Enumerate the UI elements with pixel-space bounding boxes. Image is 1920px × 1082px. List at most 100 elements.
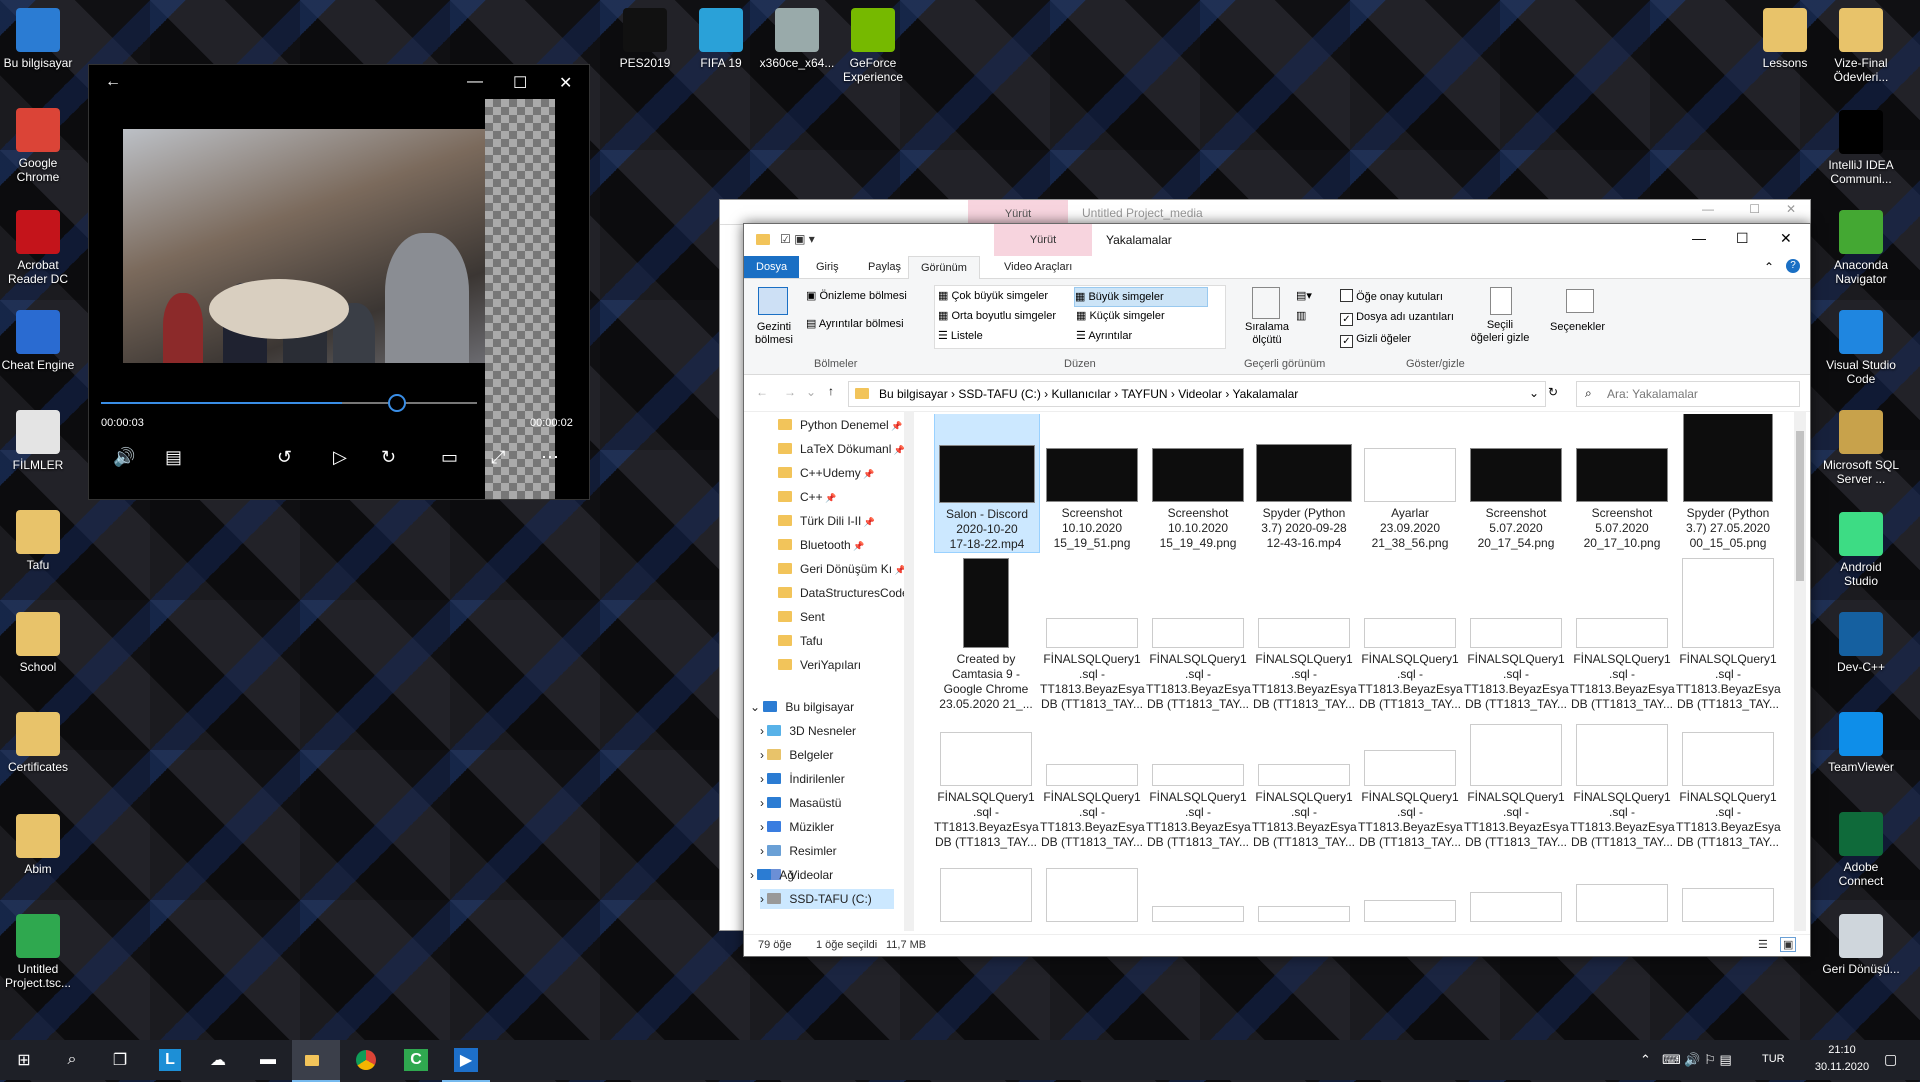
nav-item[interactable]: Tafu: [778, 631, 823, 651]
breadcrumb-item[interactable]: Videolar: [1178, 387, 1222, 401]
tray-icons[interactable]: ⌨ 🔊 ⚐ ▤: [1662, 1052, 1732, 1068]
desktop-shortcut[interactable]: Visual Studio Code: [1822, 310, 1900, 386]
file-item[interactable]: [1252, 828, 1356, 926]
files-scrollbar[interactable]: [1794, 411, 1806, 931]
file-item[interactable]: [1570, 828, 1674, 926]
clock-date[interactable]: 30.11.2020: [1812, 1061, 1872, 1073]
terminal-icon[interactable]: ▬: [244, 1040, 292, 1080]
breadcrumb-item[interactable]: Bu bilgisayar: [879, 387, 948, 401]
address-bar[interactable]: Bu bilgisayar › SSD-TAFU (C:) › Kullanıc…: [848, 381, 1546, 407]
nav-item[interactable]: Sent: [778, 607, 825, 627]
desktop-shortcut[interactable]: Dev-C++: [1822, 612, 1900, 674]
item-checkboxes-toggle[interactable]: Öğe onay kutuları: [1340, 289, 1443, 303]
pin-icon[interactable]: 📌: [889, 421, 902, 431]
hidden-items-toggle[interactable]: ✓ Gizli öğeler: [1340, 333, 1411, 348]
back-arrow-icon[interactable]: ←: [756, 385, 768, 399]
pin-icon[interactable]: 📌: [823, 493, 836, 503]
app-l-icon[interactable]: L: [146, 1040, 194, 1080]
nav-item[interactable]: › Masaüstü: [760, 793, 841, 813]
desktop-shortcut[interactable]: Lessons: [1746, 8, 1824, 70]
nav-item[interactable]: › Ağ: [750, 865, 794, 885]
up-arrow-icon[interactable]: ↑: [828, 384, 834, 398]
desktop-shortcut[interactable]: FIFA 19: [682, 8, 760, 70]
file-item[interactable]: Spyder (Python 3.7) 27.05.2020 00_15_05.pn…: [1676, 414, 1780, 551]
breadcrumb[interactable]: Bu bilgisayar › SSD-TAFU (C:) › Kullanıc…: [879, 387, 1298, 401]
pin-icon[interactable]: 📌: [851, 541, 864, 551]
tool-tab-play[interactable]: Yürüt: [994, 224, 1092, 256]
file-item[interactable]: FİNALSQLQuery1 .sql - TT1813.BeyazEsya DB (…: [1464, 692, 1569, 850]
close-button[interactable]: ✕: [559, 73, 572, 93]
more-options-icon[interactable]: ⋯: [541, 447, 559, 468]
volume-icon[interactable]: 🔊: [113, 447, 135, 468]
task-view-icon[interactable]: ❐: [96, 1040, 144, 1080]
file-item[interactable]: [1040, 828, 1144, 926]
nav-item[interactable]: › Resimler: [760, 841, 837, 861]
pin-icon[interactable]: 📌: [861, 469, 874, 479]
desktop-shortcut[interactable]: IntelliJ IDEA Communi...: [1822, 110, 1900, 186]
file-extensions-toggle[interactable]: ✓ Dosya adı uzantıları: [1340, 311, 1454, 326]
close-button[interactable]: ✕: [1786, 202, 1796, 216]
minimize-button[interactable]: —: [1702, 202, 1714, 216]
desktop-shortcut[interactable]: PES2019: [606, 8, 684, 70]
breadcrumb-item[interactable]: Kullanıcılar: [1051, 387, 1110, 401]
desktop-shortcut[interactable]: GeForce Experience: [834, 8, 912, 84]
desktop-shortcut[interactable]: Adobe Connect: [1822, 812, 1900, 888]
minimize-button[interactable]: —: [467, 73, 483, 91]
search-box[interactable]: ⌕ Ara: Yakalamalar: [1576, 381, 1800, 407]
fullscreen-icon[interactable]: ⤢: [491, 447, 505, 468]
file-item[interactable]: Created by Camtasia 9 - Google Chrome 23.05…: [934, 554, 1038, 712]
hide-selected-button[interactable]: Seçili öğeleri gizle: [1470, 319, 1530, 345]
skip-forward-30-icon[interactable]: ↻: [381, 447, 396, 468]
add-columns-icon[interactable]: ▥: [1296, 309, 1306, 322]
file-item[interactable]: [1464, 828, 1568, 926]
desktop-shortcut[interactable]: Vize-Final Ödevleri...: [1822, 8, 1900, 84]
skip-back-10-icon[interactable]: ↺: [277, 447, 292, 468]
group-by-icon[interactable]: ▤▾: [1296, 289, 1312, 302]
tab-share[interactable]: Paylaş: [856, 256, 913, 278]
options-button[interactable]: Seçenekler: [1550, 321, 1605, 333]
expand-chevron-icon[interactable]: ›: [750, 868, 757, 882]
file-item[interactable]: FİNALSQLQuery1 .sql - TT1813.BeyazEsya DB (…: [1358, 554, 1463, 712]
checkbox[interactable]: [1340, 289, 1353, 302]
back-arrow-icon[interactable]: ←: [105, 73, 121, 91]
expand-chevron-icon[interactable]: ›: [760, 724, 767, 738]
nav-item[interactable]: Bluetooth 📌: [778, 535, 864, 555]
tab-file[interactable]: Dosya: [744, 256, 800, 278]
pin-icon[interactable]: 📌: [861, 517, 875, 527]
file-item[interactable]: FİNALSQLQuery1 .sql - TT1813.BeyazEsya DB (…: [1146, 554, 1251, 712]
layout-medium[interactable]: ▦ Orta boyutlu simgeler: [938, 309, 1056, 322]
quick-access-toolbar-icon[interactable]: ☑ ▣ ▾: [780, 232, 815, 246]
language-indicator[interactable]: TUR: [1762, 1053, 1785, 1065]
nav-item[interactable]: Geri Dönüşüm Kı 📌: [778, 559, 906, 579]
file-item[interactable]: [1358, 828, 1462, 926]
desktop-shortcut[interactable]: Certificates: [0, 712, 77, 774]
desktop-shortcut[interactable]: Microsoft SQL Server ...: [1822, 410, 1900, 486]
sort-by-button[interactable]: Sıralama ölçütü: [1242, 321, 1292, 347]
checkbox[interactable]: ✓: [1340, 313, 1353, 326]
expand-chevron-icon[interactable]: ›: [760, 820, 767, 834]
expand-chevron-icon[interactable]: ⌄: [750, 700, 763, 714]
layout-details[interactable]: ☰ Ayrıntılar: [1076, 329, 1132, 342]
movies-tv-icon[interactable]: ▶: [442, 1040, 490, 1082]
file-item[interactable]: FİNALSQLQuery1 .sql - TT1813.BeyazEsya DB (…: [1570, 554, 1675, 712]
desktop-shortcut[interactable]: Android Studio: [1822, 512, 1900, 588]
layout-list[interactable]: ☰ Listele: [938, 329, 983, 342]
desktop-shortcut[interactable]: Google Chrome: [0, 108, 77, 184]
file-item[interactable]: Screenshot 10.10.2020 15_19_51.png: [1040, 414, 1144, 551]
file-item[interactable]: FİNALSQLQuery1 .sql - TT1813.BeyazEsya DB (…: [1570, 692, 1675, 850]
nav-item[interactable]: › Müzikler: [760, 817, 834, 837]
file-item[interactable]: FİNALSQLQuery1 .sql - TT1813.BeyazEsya DB (…: [1040, 554, 1145, 712]
help-icon[interactable]: ?: [1786, 259, 1800, 273]
file-item[interactable]: FİNALSQLQuery1 .sql - TT1813.BeyazEsya DB (…: [1358, 692, 1463, 850]
large-icons-view-icon[interactable]: ▣: [1780, 937, 1797, 952]
history-chevron-icon[interactable]: ⌄: [806, 385, 816, 399]
breadcrumb-item[interactable]: Yakalamalar: [1232, 387, 1298, 401]
expand-chevron-icon[interactable]: ›: [760, 772, 767, 786]
seek-thumb[interactable]: [388, 394, 406, 412]
navigation-pane-button[interactable]: Gezinti bölmesi: [754, 321, 794, 347]
file-item[interactable]: FİNALSQLQuery1 .sql - TT1813.BeyazEsya DB (…: [1676, 692, 1781, 850]
desktop-shortcut[interactable]: FİLMLER: [0, 410, 77, 472]
file-item[interactable]: Salon - Discord 2020-10-20 17-18-22.mp4: [934, 414, 1040, 553]
layout-small[interactable]: ▦ Küçük simgeler: [1076, 309, 1165, 322]
seek-bar[interactable]: [101, 402, 477, 404]
